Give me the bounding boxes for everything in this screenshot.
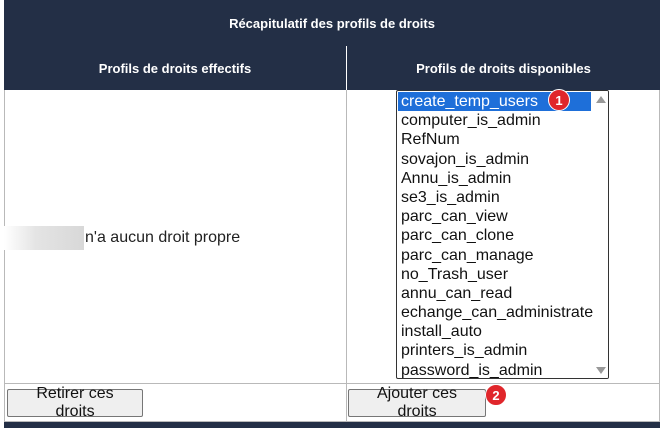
rights-option[interactable]: no_Trash_user <box>398 265 591 284</box>
rights-option[interactable]: parc_can_view <box>398 207 591 226</box>
no-rights-text: n'a aucun droit propre <box>85 229 241 246</box>
rights-option[interactable]: Annu_is_admin <box>398 169 591 188</box>
remove-rights-button[interactable]: Retirer ces droits <box>7 385 143 420</box>
redacted-user-name <box>4 226 84 250</box>
rights-option[interactable]: password_is_admin <box>398 361 591 378</box>
rights-list[interactable]: create_temp_users computer_is_admin RefNum… <box>397 91 608 378</box>
add-rights-button[interactable]: Ajouter ces droits <box>348 385 486 420</box>
column-header-effective: Profils de droits effectifs <box>4 46 346 90</box>
rights-option[interactable]: echange_can_administrate <box>398 303 593 322</box>
callout-badge-2: 2 <box>485 384 507 406</box>
panel-title: Récapitulatif des profils de droits <box>4 0 660 46</box>
rights-option[interactable]: parc_can_manage <box>398 246 591 265</box>
scroll-up-arrow-icon[interactable] <box>596 96 606 103</box>
rights-option[interactable]: RefNum <box>398 130 591 149</box>
bottom-bar <box>4 422 660 428</box>
column-header-available: Profils de droits disponibles <box>347 46 660 90</box>
rights-option[interactable]: se3_is_admin <box>398 188 591 207</box>
rights-option[interactable]: printers_is_admin <box>398 341 591 360</box>
rights-option[interactable]: sovajon_is_admin <box>398 150 591 169</box>
available-rights-listbox[interactable]: create_temp_users computer_is_admin RefNum… <box>396 90 609 379</box>
rights-option[interactable]: annu_can_read <box>398 284 591 303</box>
rights-summary-panel: Récapitulatif des profils de droits Prof… <box>4 0 660 428</box>
rights-option[interactable]: install_auto <box>398 322 591 341</box>
listbox-scrollbar[interactable] <box>593 91 608 378</box>
rights-option[interactable]: computer_is_admin <box>398 111 591 130</box>
scroll-down-arrow-icon[interactable] <box>596 367 606 374</box>
rights-option[interactable]: parc_can_clone <box>398 226 591 245</box>
callout-badge-1: 1 <box>548 89 570 111</box>
